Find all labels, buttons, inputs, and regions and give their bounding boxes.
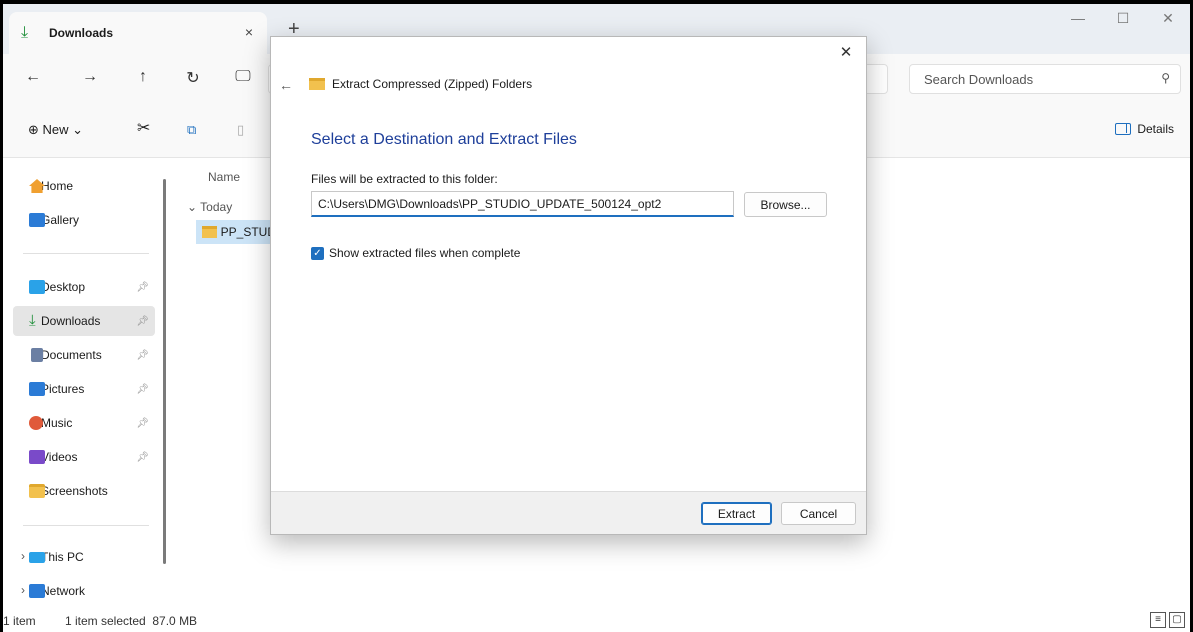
sidebar-item-videos[interactable]: Videos 📌︎	[13, 442, 155, 472]
status-bar: 1 item 1 item selected 87.0 MB ≡ ▢	[3, 610, 1190, 632]
downloads-icon: ⤓	[29, 312, 36, 329]
group-label: Today	[200, 200, 233, 214]
window-close-button[interactable]: ✕	[1148, 10, 1188, 27]
dialog-close-button[interactable]: ✕	[836, 43, 856, 61]
videos-icon	[29, 450, 45, 464]
destination-label: Files will be extracted to this folder:	[311, 172, 498, 186]
sidebar-item-label: Screenshots	[41, 484, 108, 498]
status-item-count: 1 item	[3, 614, 36, 628]
paste-icon[interactable]: ▯	[237, 122, 244, 138]
destination-path-input[interactable]	[311, 191, 734, 217]
details-pane-icon	[1115, 123, 1132, 135]
zip-folder-icon	[202, 226, 217, 238]
documents-icon	[31, 348, 43, 362]
file-row[interactable]: PP_STUD	[196, 220, 276, 244]
sidebar-item-label: Documents	[41, 348, 102, 362]
sidebar-item-label: Pictures	[41, 382, 85, 396]
sidebar-item-this-pc[interactable]: This PC	[13, 542, 155, 572]
gallery-icon	[29, 213, 45, 227]
sidebar-item-network[interactable]: Network	[13, 576, 155, 606]
details-button[interactable]: Details	[1115, 122, 1174, 136]
extract-dialog: ✕ ← Extract Compressed (Zipped) Folders …	[270, 36, 867, 535]
sidebar-item-label: Gallery	[41, 213, 80, 227]
network-icon	[29, 584, 45, 598]
cancel-button[interactable]: Cancel	[781, 502, 856, 525]
sidebar-item-pictures[interactable]: Pictures 📌︎	[13, 374, 155, 404]
tiles-view-icon[interactable]: ▢	[1169, 612, 1185, 628]
new-button[interactable]: ⊕ New ⌄	[28, 122, 83, 138]
pin-icon: 📌︎	[136, 315, 149, 327]
refresh-button[interactable]: ↻	[181, 68, 205, 88]
folder-icon	[29, 484, 45, 498]
tab-downloads[interactable]: ⤓ Downloads ×	[9, 12, 267, 54]
sidebar-item-label: Videos	[41, 450, 78, 464]
tab-close-icon[interactable]: ×	[245, 24, 253, 40]
details-label: Details	[1137, 122, 1174, 136]
show-files-label: Show extracted files when complete	[329, 246, 521, 260]
dialog-heading: Select a Destination and Extract Files	[311, 131, 577, 148]
show-files-checkbox[interactable]: ✓	[311, 246, 324, 260]
minimize-button[interactable]: —	[1058, 10, 1098, 26]
pin-icon: 📌︎	[136, 281, 149, 293]
sidebar-scrollbar[interactable]	[163, 179, 166, 564]
details-view-icon[interactable]: ≡	[1150, 612, 1166, 628]
dialog-caption: Extract Compressed (Zipped) Folders	[309, 77, 532, 91]
this-pc-icon[interactable]: 🖵	[231, 68, 255, 86]
forward-button[interactable]: →	[78, 68, 102, 86]
search-box[interactable]: Search Downloads ⚲	[909, 64, 1181, 94]
sidebar-item-screenshots[interactable]: Screenshots	[13, 476, 155, 506]
group-header-today[interactable]: ⌄ Today	[187, 200, 232, 214]
status-selection: 1 item selected 87.0 MB	[65, 614, 198, 628]
sidebar-item-desktop[interactable]: Desktop 📌︎	[13, 272, 155, 302]
desktop-icon	[29, 280, 45, 294]
column-header-name[interactable]: Name	[208, 170, 240, 184]
navigation-pane: Home Gallery Desktop 📌︎ ⤓ Downloads 📌︎ D…	[3, 159, 163, 609]
sidebar-divider	[23, 253, 149, 254]
cut-icon[interactable]: ✂	[137, 118, 150, 138]
sidebar-item-music[interactable]: Music 📌︎	[13, 408, 155, 438]
search-icon: ⚲	[1161, 71, 1170, 85]
extract-button[interactable]: Extract	[701, 502, 772, 525]
download-arrow-icon: ⤓	[21, 24, 29, 41]
pin-icon: 📌︎	[136, 417, 149, 429]
search-placeholder: Search Downloads	[924, 72, 1034, 87]
sidebar-item-home[interactable]: Home	[13, 171, 155, 201]
pin-icon: 📌︎	[136, 383, 149, 395]
browse-button[interactable]: Browse...	[744, 192, 827, 217]
copy-icon[interactable]: ⧉	[187, 122, 196, 138]
up-button[interactable]: ↑	[131, 68, 155, 86]
dialog-caption-text: Extract Compressed (Zipped) Folders	[332, 77, 533, 91]
file-name: PP_STUD	[220, 225, 276, 239]
zip-folder-icon	[309, 78, 325, 90]
sidebar-item-label: Network	[41, 584, 86, 598]
pin-icon: 📌︎	[136, 451, 149, 463]
dialog-footer: Extract Cancel	[271, 491, 866, 534]
show-files-option[interactable]: ✓ Show extracted files when complete	[311, 246, 520, 260]
sidebar-item-label: Downloads	[41, 314, 101, 328]
sidebar-item-label: Desktop	[41, 280, 86, 294]
back-button[interactable]: ←	[21, 68, 45, 86]
tab-title: Downloads	[49, 26, 114, 40]
sidebar-item-label: Home	[41, 179, 74, 193]
new-label: New	[42, 122, 69, 137]
pc-icon	[29, 551, 45, 563]
pictures-icon	[29, 382, 45, 396]
sidebar-item-label: This PC	[41, 550, 84, 564]
dialog-back-button[interactable]: ←	[279, 77, 293, 93]
music-icon	[29, 416, 43, 430]
pin-icon: 📌︎	[136, 349, 149, 361]
sidebar-item-gallery[interactable]: Gallery	[13, 205, 155, 235]
sidebar-item-label: Music	[41, 416, 73, 430]
maximize-button[interactable]: ☐	[1103, 10, 1143, 27]
sidebar-item-documents[interactable]: Documents 📌︎	[13, 340, 155, 370]
sidebar-item-downloads[interactable]: ⤓ Downloads 📌︎	[13, 306, 155, 336]
sidebar-divider	[23, 525, 149, 526]
